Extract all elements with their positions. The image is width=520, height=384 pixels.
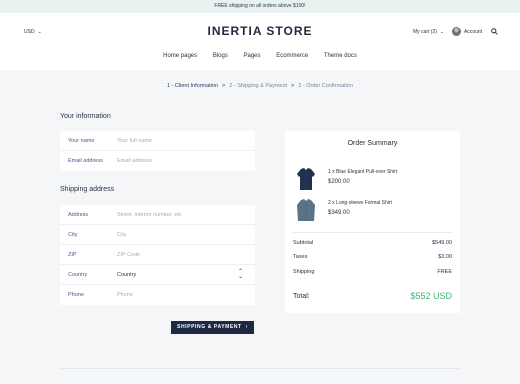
zip-field[interactable]: ZIP ZIP Code: [60, 245, 255, 265]
nav-theme-docs[interactable]: Theme docs: [324, 53, 357, 59]
nav-blogs[interactable]: Blogs: [213, 53, 228, 59]
field-label: ZIP: [68, 252, 77, 258]
breadcrumb-step-order-confirmation[interactable]: 3 - Order Confirmation: [298, 83, 353, 89]
phone-field[interactable]: Phone Phone: [60, 285, 255, 305]
subtotal-row: Subtotal $549.00: [293, 240, 452, 246]
field-label: Address: [68, 212, 89, 218]
field-label: Phone: [68, 292, 84, 298]
order-summary-title: Order Summary: [347, 140, 398, 147]
country-field[interactable]: Country Country ⌃ ⌄: [60, 265, 255, 285]
item-price: $200.00: [328, 179, 350, 185]
nav-home-pages[interactable]: Home pages: [163, 53, 197, 59]
field-label: Country: [68, 272, 88, 278]
item-name[interactable]: 2 x Long-sleeve Formal Shirt: [328, 200, 392, 206]
nav-ecommerce[interactable]: Ecommerce: [276, 53, 308, 59]
shipping-address-form: Address Street, interior number, etc Cit…: [60, 205, 255, 305]
shipping-payment-button[interactable]: SHIPPING & PAYMENT ›: [171, 321, 254, 334]
button-label: SHIPPING & PAYMENT: [177, 324, 242, 330]
chevron-down-icon: ⌄: [439, 29, 445, 35]
phone-input[interactable]: Phone: [117, 292, 133, 298]
taxes-value: $3.00: [438, 254, 452, 260]
address-input[interactable]: Street, interior number, etc: [117, 212, 182, 218]
summary-divider: [293, 232, 452, 233]
breadcrumb-step-client-info[interactable]: 1 - Client Information: [167, 83, 218, 89]
field-label: Email address: [68, 158, 103, 164]
email-input[interactable]: Email address: [117, 158, 152, 164]
your-information-form: Your name Your full name Email address E…: [60, 131, 255, 171]
order-item: 2 x Long-sleeve Formal Shirt $349.00: [293, 197, 453, 223]
item-price: $349.00: [328, 210, 350, 216]
shipping-value: FREE: [437, 269, 452, 275]
site-header: USD ⌄ INERTIA STORE My cart (2) ⌄ Account …: [0, 13, 520, 70]
breadcrumb-separator: >: [291, 83, 295, 89]
avatar[interactable]: [452, 27, 461, 36]
name-field[interactable]: Your name Your full name: [60, 131, 255, 151]
field-label: City: [68, 232, 78, 238]
shipping-address-title: Shipping address: [60, 186, 115, 193]
address-field[interactable]: Address Street, interior number, etc: [60, 205, 255, 225]
select-arrows-icon: ⌃ ⌄: [237, 269, 243, 280]
announcement-bar: FREE shipping on all orders above $100!: [0, 0, 520, 13]
country-select[interactable]: Country: [117, 272, 136, 278]
breadcrumb-step-shipping-payment[interactable]: 2 - Shipping & Payment: [229, 83, 287, 89]
item-name[interactable]: 1 x Blue Elegant Pull-over Shirt: [328, 169, 397, 175]
total-value: $552 USD: [410, 291, 452, 301]
taxes-label: Taxes: [293, 254, 308, 260]
shipping-label: Shipping: [293, 269, 315, 275]
search-icon[interactable]: [491, 28, 498, 35]
taxes-row: Taxes $3.00: [293, 254, 452, 260]
city-field[interactable]: City City: [60, 225, 255, 245]
field-label: Your name: [68, 138, 95, 144]
subtotal-label: Subtotal: [293, 240, 314, 246]
total-label: Total:: [293, 293, 310, 300]
order-summary-panel: Order Summary 1 x Blue Elegant Pull-over…: [285, 131, 460, 313]
checkout-breadcrumb: 1 - Client Information >2 - Shipping & Pa…: [0, 83, 520, 89]
order-item: 1 x Blue Elegant Pull-over Shirt $200.00: [293, 166, 453, 192]
main-nav: Home pages Blogs Pages Ecommerce Theme d…: [0, 53, 520, 59]
city-input[interactable]: City: [117, 232, 126, 238]
account-link[interactable]: Account: [464, 29, 482, 35]
your-information-title: Your information: [60, 113, 111, 120]
shirt-thumbnail[interactable]: [293, 166, 319, 192]
cart-label: My cart (2): [413, 29, 437, 35]
shirt-thumbnail[interactable]: [293, 197, 319, 223]
shipping-row: Shipping FREE: [293, 269, 452, 275]
subtotal-value: $549.00: [432, 240, 452, 246]
name-input[interactable]: Your full name: [117, 138, 152, 144]
cart-button[interactable]: My cart (2) ⌄: [413, 29, 444, 35]
chevron-right-icon: ›: [245, 324, 248, 330]
footer-divider: [60, 368, 460, 369]
breadcrumb-separator: >: [222, 83, 226, 89]
announcement-text: FREE shipping on all orders above $100!: [214, 3, 306, 9]
zip-input[interactable]: ZIP Code: [117, 252, 140, 258]
email-field[interactable]: Email address Email address: [60, 151, 255, 171]
nav-pages[interactable]: Pages: [244, 53, 261, 59]
